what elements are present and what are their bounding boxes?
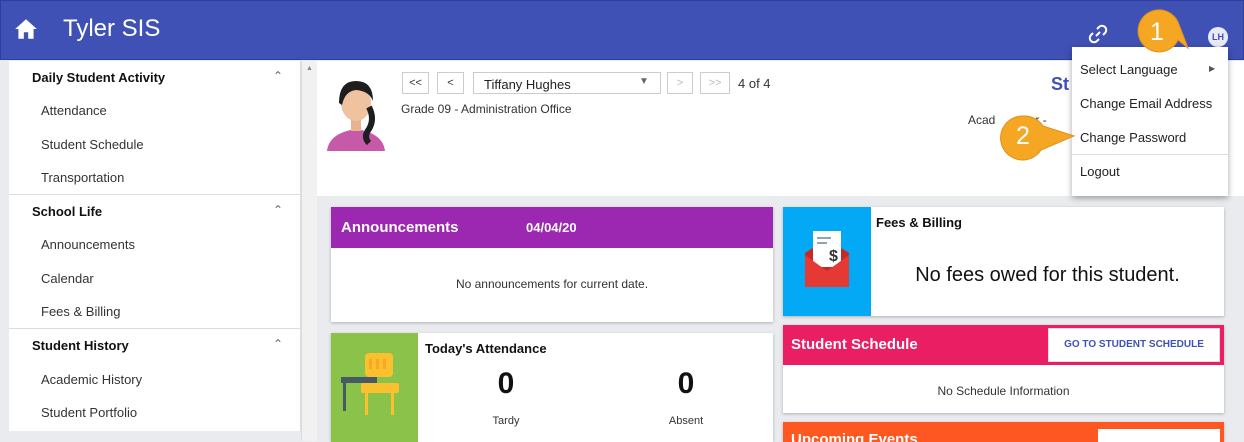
menu-item-change-password[interactable]: Change Password: [1080, 130, 1186, 145]
sidebar-item-announcements[interactable]: Announcements: [41, 237, 135, 252]
sidebar-section-daily-student-activity[interactable]: Daily Student Activity ⌃: [9, 61, 301, 94]
first-student-button[interactable]: <<: [402, 72, 429, 94]
schedule-header: Student Schedule GO TO STUDENT SCHEDULE: [783, 325, 1224, 365]
app-title: Tyler SIS: [63, 15, 161, 42]
submenu-arrow-icon: ▶: [1209, 64, 1216, 73]
dropdown-arrow-icon: ▼: [639, 76, 649, 87]
student-select[interactable]: Tiffany Hughes ▼: [473, 72, 661, 94]
menu-item-logout[interactable]: Logout: [1080, 164, 1120, 179]
callout-number: 1: [1150, 18, 1164, 46]
tardy-label: Tardy: [492, 415, 520, 427]
sidebar-section-school-life[interactable]: School Life ⌃: [9, 194, 301, 227]
attendance-icon-panel: [331, 333, 418, 442]
sidebar-item-student-portfolio[interactable]: Student Portfolio: [41, 405, 137, 420]
upcoming-title: Upcoming Events: [791, 431, 918, 442]
sidebar: Daily Student Activity ⌃ Attendance Stud…: [9, 61, 301, 431]
callout-number: 2: [1016, 122, 1030, 150]
sidebar-section-title: Daily Student Activity: [32, 70, 166, 85]
previous-student-button[interactable]: <: [437, 72, 464, 94]
sidebar-item-fees-billing[interactable]: Fees & Billing: [41, 304, 120, 319]
svg-text:$: $: [829, 248, 838, 265]
tardy-count: 0: [497, 367, 515, 400]
home-icon[interactable]: [13, 16, 39, 42]
sidebar-item-attendance[interactable]: Attendance: [41, 103, 107, 118]
sidebar-section-student-history[interactable]: Student History ⌃: [9, 328, 301, 361]
bill-envelope-icon: $: [805, 231, 849, 287]
fees-message: No fees owed for this student.: [915, 264, 1180, 286]
app-header: Tyler SIS LH: [0, 0, 1244, 60]
last-student-button[interactable]: >>: [700, 72, 730, 94]
callout-badge-1: 1: [1134, 8, 1190, 64]
student-grade: Grade 09 - Administration Office: [401, 102, 572, 116]
schedule-empty: No Schedule Information: [937, 384, 1070, 398]
chevron-up-icon[interactable]: ⌃: [273, 203, 283, 217]
chevron-up-icon[interactable]: ⌃: [273, 69, 283, 83]
announcements-title: Announcements: [341, 219, 459, 236]
sidebar-item-academic-history[interactable]: Academic History: [41, 372, 142, 387]
absent-label: Absent: [668, 415, 704, 427]
student-schedule-card: Student Schedule GO TO STUDENT SCHEDULE …: [783, 325, 1224, 413]
fees-title: Fees & Billing: [876, 215, 962, 230]
next-student-button[interactable]: >: [667, 72, 693, 94]
menu-item-select-language[interactable]: Select Language: [1080, 62, 1178, 77]
menu-item-change-email[interactable]: Change Email Address: [1080, 96, 1212, 111]
announcements-date: 04/04/20: [526, 220, 577, 235]
callout-badge-2: 2: [996, 112, 1076, 168]
link-icon[interactable]: [1086, 22, 1110, 46]
schedule-title: Student Schedule: [791, 336, 918, 353]
announcements-card: Announcements 04/04/20 No announcements …: [331, 207, 773, 322]
fees-icon-panel: $: [783, 207, 871, 316]
fees-billing-card: $ Fees & Billing No fees owed for this s…: [783, 207, 1224, 316]
attendance-title: Today's Attendance: [425, 341, 547, 356]
announcements-empty: No announcements for current date.: [455, 277, 649, 291]
sidebar-item-student-schedule[interactable]: Student Schedule: [41, 137, 144, 152]
selected-student: Tiffany Hughes: [484, 77, 571, 92]
student-avatar: [327, 81, 385, 151]
sidebar-section-title: Student History: [32, 338, 129, 353]
sidebar-item-transportation[interactable]: Transportation: [41, 170, 124, 185]
student-count: 4 of 4: [738, 76, 771, 91]
attendance-card: Today's Attendance 0 Tardy 0 Absent: [331, 333, 773, 442]
upcoming-events-card: Upcoming Events: [783, 422, 1224, 442]
page-title: St: [1051, 74, 1069, 94]
upcoming-events-button[interactable]: [1098, 429, 1220, 442]
sidebar-scrollbar[interactable]: ▲: [301, 61, 317, 441]
chevron-up-icon[interactable]: ⌃: [273, 337, 283, 351]
user-menu: Select Language ▶ Change Email Address C…: [1072, 47, 1228, 196]
scroll-up-icon[interactable]: ▲: [306, 65, 313, 72]
user-avatar[interactable]: LH: [1208, 27, 1228, 47]
go-to-student-schedule-button[interactable]: GO TO STUDENT SCHEDULE: [1048, 328, 1220, 362]
absent-count: 0: [677, 367, 695, 400]
menu-divider: [1072, 154, 1228, 155]
announcements-header: Announcements 04/04/20: [331, 207, 773, 248]
school-desk-icon: [341, 353, 399, 415]
sidebar-item-calendar[interactable]: Calendar: [41, 271, 94, 286]
sidebar-section-title: School Life: [32, 204, 103, 219]
